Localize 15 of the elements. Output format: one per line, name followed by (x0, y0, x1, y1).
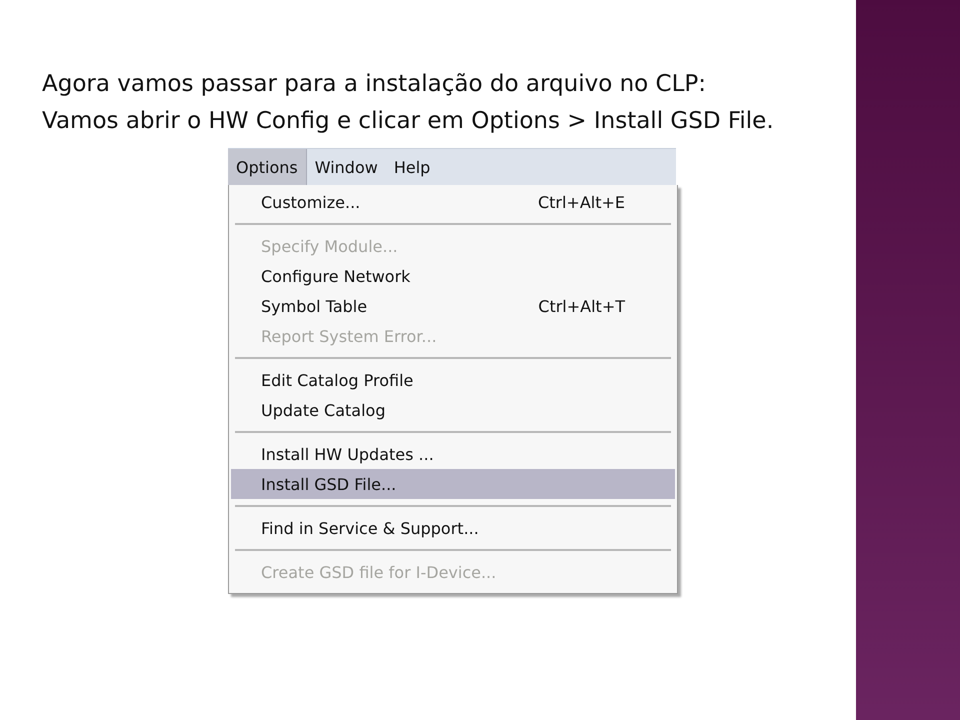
menu-item[interactable]: Install HW Updates ... (231, 439, 675, 469)
menu-bar-item[interactable]: Help (386, 149, 438, 185)
menu-bar-item[interactable]: Options (228, 149, 307, 185)
menu-item[interactable]: Install GSD File... (231, 469, 675, 499)
menu-item[interactable]: Configure Network (231, 261, 675, 291)
shortcut-text: Ctrl+Alt+E (538, 192, 625, 212)
menu-item[interactable]: Symbol Table Ctrl+Alt+T (231, 291, 675, 321)
menu-bar-item[interactable]: Window (306, 149, 386, 185)
menu-item[interactable]: Customize... Ctrl+Alt+E (231, 187, 675, 217)
menu-item[interactable]: Update Catalog (231, 395, 675, 425)
body-text: Vamos abrir o HW Config e clicar em Options > Install GSD File. (42, 107, 775, 136)
body-text: Agora vamos passar para a instalação do arquivo no CLP: (42, 70, 708, 99)
menu-item[interactable]: Edit Catalog Profile (231, 365, 675, 395)
menu-item[interactable]: Find in Service & Support... (231, 513, 675, 543)
shortcut-text: Ctrl+Alt+T (538, 296, 625, 316)
